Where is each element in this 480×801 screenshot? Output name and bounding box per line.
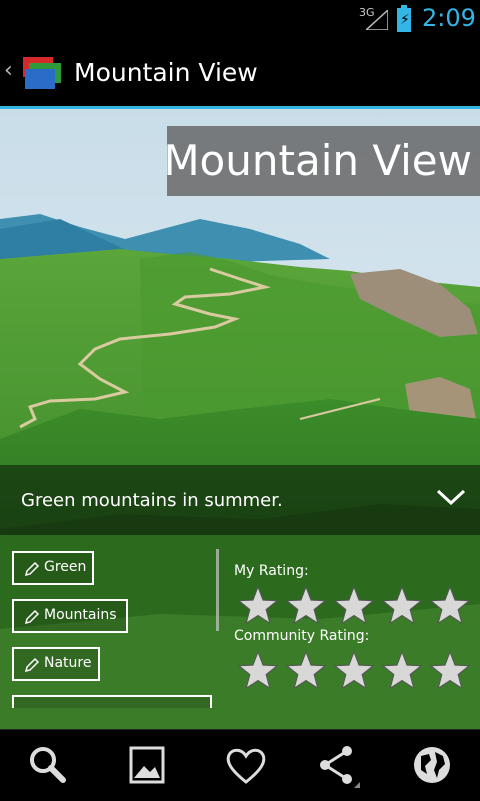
- star-icon: [333, 650, 375, 690]
- star-icon[interactable]: [428, 584, 472, 628]
- tags-ratings-divider: [216, 549, 219, 631]
- search-icon[interactable]: [23, 740, 73, 790]
- star-icon: [285, 650, 327, 690]
- tag-label: Green: [44, 559, 87, 575]
- tag-partial[interactable]: [12, 695, 212, 708]
- community-rating-label: Community Rating:: [234, 628, 370, 644]
- heart-icon[interactable]: [221, 740, 271, 790]
- my-rating-stars[interactable]: [236, 584, 476, 628]
- tag-green[interactable]: Green: [12, 551, 94, 585]
- photo-caption: Green mountains in summer.: [21, 490, 283, 511]
- chevron-down-icon[interactable]: [436, 489, 466, 505]
- share-icon[interactable]: [312, 740, 362, 790]
- status-bar: 3G ⚡ 2:09: [0, 0, 480, 38]
- action-bar-title: Mountain View: [74, 58, 258, 87]
- tag-nature[interactable]: Nature: [12, 647, 100, 681]
- star-icon: [237, 650, 279, 690]
- my-rating-label: My Rating:: [234, 563, 309, 579]
- pencil-icon: [24, 657, 40, 673]
- star-icon: [429, 650, 471, 690]
- back-chevron-icon[interactable]: ‹: [4, 58, 13, 83]
- app-icon[interactable]: [19, 55, 65, 91]
- star-icon[interactable]: [284, 584, 328, 628]
- photo-title-overlay: Mountain View: [163, 126, 480, 196]
- photo-title: Mountain View: [163, 136, 472, 185]
- signal-icon: [366, 10, 388, 30]
- tag-label: Nature: [44, 655, 92, 671]
- battery-icon: ⚡: [397, 5, 411, 32]
- star-icon[interactable]: [332, 584, 376, 628]
- globe-icon[interactable]: [407, 740, 457, 790]
- tag-mountains[interactable]: Mountains: [12, 599, 128, 633]
- pencil-icon: [24, 561, 40, 577]
- community-rating-stars: [236, 649, 476, 693]
- action-bar: ‹ Mountain View: [0, 38, 480, 107]
- image-icon[interactable]: [122, 740, 172, 790]
- star-icon: [381, 650, 423, 690]
- bottom-toolbar: [0, 729, 480, 801]
- tag-list: Green Mountains Nature: [0, 540, 220, 708]
- caption-strip[interactable]: Green mountains in summer.: [0, 465, 480, 535]
- tag-label: Mountains: [44, 607, 117, 623]
- star-icon[interactable]: [236, 584, 280, 628]
- pencil-icon: [24, 609, 40, 625]
- star-icon[interactable]: [380, 584, 424, 628]
- status-time: 2:09: [422, 4, 476, 32]
